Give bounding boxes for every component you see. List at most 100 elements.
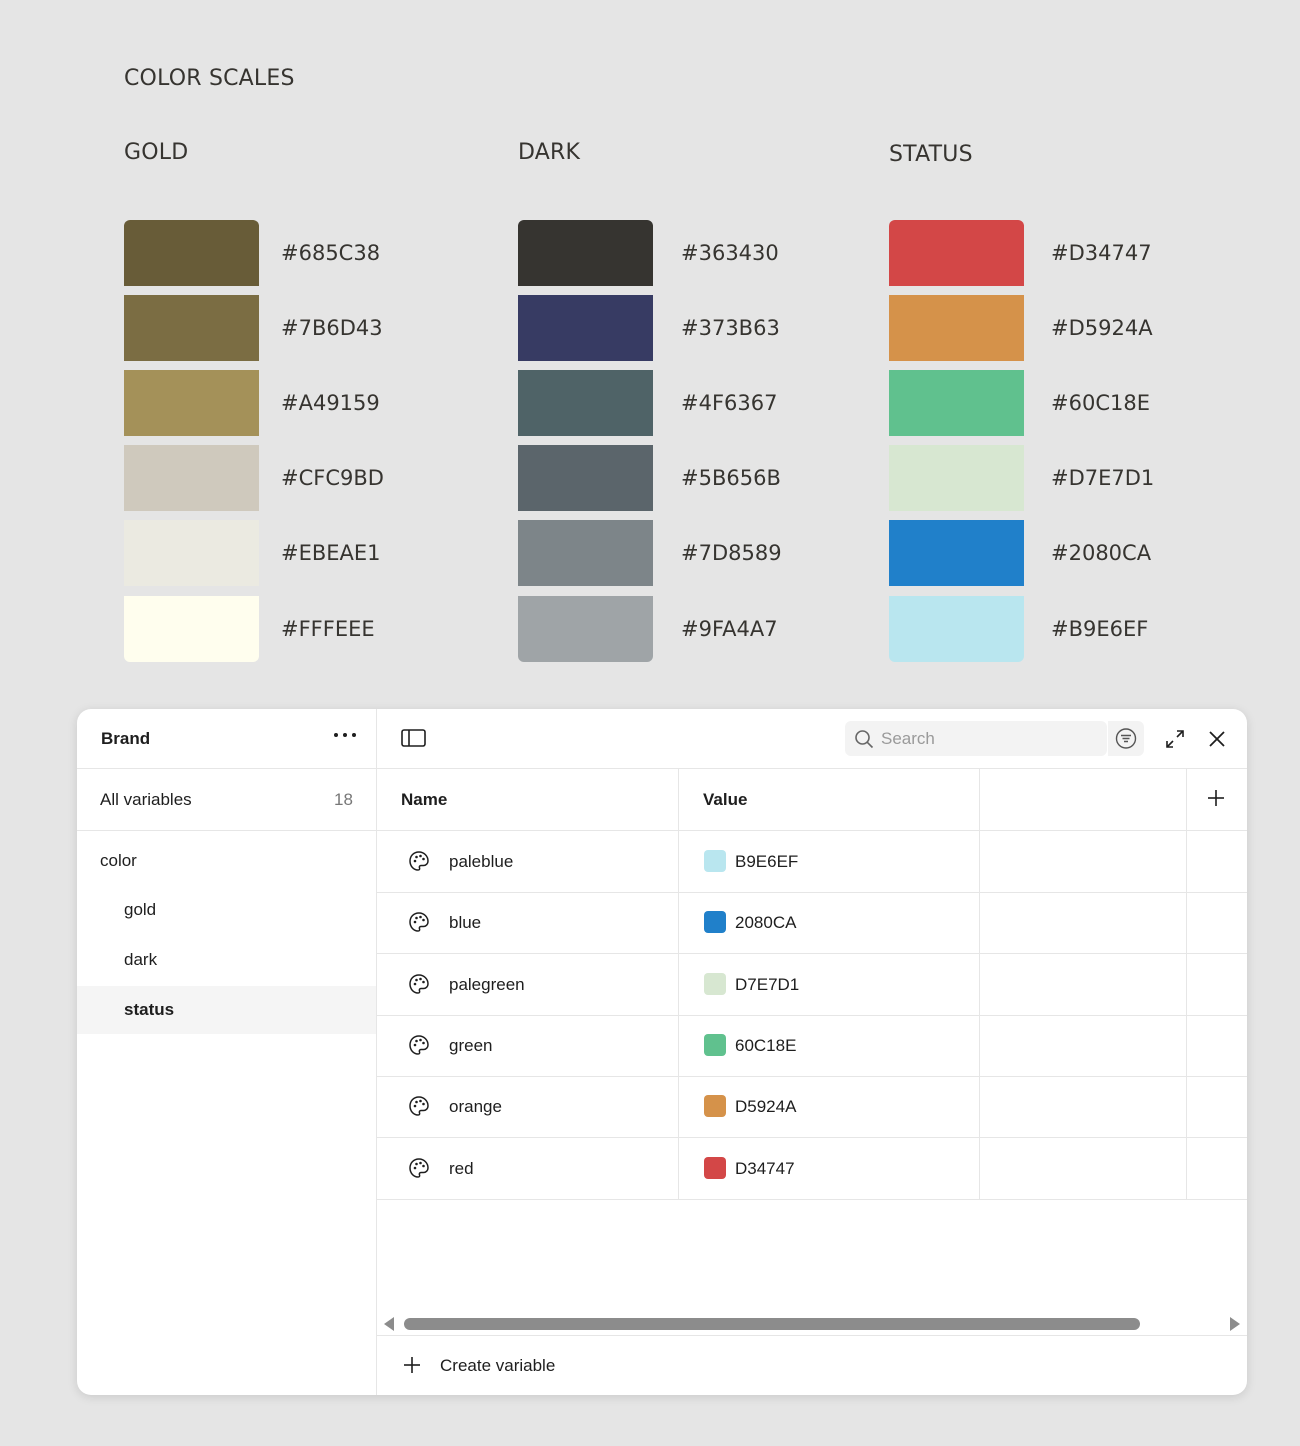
add-mode-button[interactable] — [1205, 787, 1227, 809]
plus-icon — [1208, 790, 1224, 806]
search-icon — [855, 730, 874, 749]
palette-icon — [408, 973, 430, 1000]
value-swatch — [704, 1095, 726, 1118]
search-box[interactable] — [845, 721, 1107, 756]
table-header: Name Value — [377, 769, 1247, 831]
color-swatch — [124, 220, 259, 286]
group-item-label: gold — [124, 900, 157, 919]
value-swatch — [704, 1033, 726, 1056]
variable-row[interactable]: palegreen D7E7D1 — [377, 954, 1247, 1016]
column-divider — [678, 769, 679, 1199]
variable-row[interactable]: orange D5924A — [377, 1076, 1247, 1139]
group-item-label: status — [124, 1000, 175, 1019]
hex-label: #D34747 — [1051, 241, 1152, 265]
scale-title-status: STATUS — [889, 142, 973, 167]
variable-row[interactable]: red D34747 — [377, 1138, 1247, 1200]
scroll-right-icon[interactable] — [1229, 1317, 1241, 1331]
value-swatch — [704, 911, 726, 934]
variable-name[interactable]: palegreen — [449, 975, 525, 995]
variables-main: Name Value paleblue B9E6EF blue 2080CA paleg… — [377, 709, 1247, 1395]
palette-icon — [408, 1034, 430, 1061]
color-swatch — [889, 520, 1024, 586]
value-swatch — [704, 1156, 726, 1179]
palette-icon — [408, 1095, 430, 1122]
group-item-label: dark — [124, 950, 158, 969]
hex-label: #7B6D43 — [281, 316, 383, 340]
sidebar-toggle-button[interactable] — [401, 729, 426, 747]
group-item-gold[interactable]: gold — [77, 886, 376, 934]
variable-row[interactable]: paleblue B9E6EF — [377, 831, 1247, 893]
variable-row[interactable]: blue 2080CA — [377, 892, 1247, 955]
color-swatch — [124, 596, 259, 662]
color-swatch — [124, 520, 259, 586]
expand-button[interactable] — [1163, 727, 1187, 751]
column-divider — [1186, 769, 1187, 1199]
expand-icon — [1166, 730, 1184, 748]
value-swatch — [704, 850, 726, 872]
palette-icon — [408, 850, 430, 877]
scrollbar-thumb[interactable] — [404, 1318, 1140, 1330]
hex-label: #A49159 — [281, 391, 380, 415]
group-color[interactable]: color — [100, 851, 137, 871]
group-item-dark[interactable]: dark — [77, 936, 376, 984]
value-swatch — [704, 972, 726, 995]
color-swatch — [124, 295, 259, 361]
group-item-status[interactable]: status — [77, 986, 376, 1034]
column-header-name: Name — [401, 790, 448, 809]
variable-value[interactable]: D7E7D1 — [735, 975, 799, 995]
variable-name[interactable]: red — [449, 1159, 474, 1179]
hex-label: #60C18E — [1051, 391, 1150, 415]
hex-label: #373B63 — [681, 316, 780, 340]
variables-panel: Brand All variables 18 color gold dark sta… — [77, 709, 1247, 1395]
sidebar-toggle-icon — [401, 729, 426, 747]
create-variable-label: Create variable — [440, 1356, 556, 1375]
color-swatch — [518, 520, 653, 586]
hex-label: #4F6367 — [681, 391, 778, 415]
sidebar-header: Brand — [77, 709, 376, 769]
scale-title-dark: DARK — [518, 140, 581, 165]
more-icon — [334, 733, 356, 737]
hex-label: #CFC9BD — [281, 466, 384, 490]
page-title: COLOR SCALES — [124, 66, 295, 91]
variable-name[interactable]: blue — [449, 913, 481, 933]
hex-label: #D7E7D1 — [1051, 466, 1155, 490]
filter-button[interactable] — [1108, 721, 1144, 756]
hex-label: #7D8589 — [681, 541, 782, 565]
variable-name[interactable]: orange — [449, 1097, 502, 1117]
all-variables-count: 18 — [334, 790, 353, 809]
color-swatch — [889, 370, 1024, 436]
create-variable-button[interactable]: Create variable — [377, 1335, 1247, 1395]
color-swatch — [518, 445, 653, 511]
hex-label: #685C38 — [281, 241, 381, 265]
variable-value[interactable]: 2080CA — [735, 913, 796, 933]
filter-icon — [1115, 728, 1137, 749]
collection-name[interactable]: Brand — [101, 729, 150, 749]
color-swatch — [889, 596, 1024, 662]
color-swatch — [518, 596, 653, 662]
plus-icon — [404, 1357, 420, 1373]
hex-label: #363430 — [681, 241, 779, 265]
scroll-left-icon[interactable] — [383, 1317, 395, 1331]
variable-row[interactable]: green 60C18E — [377, 1015, 1247, 1077]
all-variables-label: All variables — [100, 790, 192, 809]
hex-label: #5B656B — [681, 466, 781, 490]
variable-value[interactable]: D34747 — [735, 1159, 795, 1179]
variable-name[interactable]: paleblue — [449, 852, 513, 872]
hex-label: #B9E6EF — [1051, 617, 1149, 641]
color-swatch — [889, 220, 1024, 286]
search-input[interactable] — [879, 727, 1103, 751]
variable-value[interactable]: 60C18E — [735, 1036, 796, 1056]
color-swatch — [518, 220, 653, 286]
hex-label: #EBEAE1 — [281, 541, 381, 565]
horizontal-scrollbar[interactable] — [377, 1311, 1247, 1335]
color-swatch — [124, 370, 259, 436]
close-button[interactable] — [1205, 727, 1229, 751]
hex-label: #FFFEEE — [281, 617, 375, 641]
hex-label: #9FA4A7 — [681, 617, 778, 641]
column-divider — [979, 769, 980, 1199]
variable-name[interactable]: green — [449, 1036, 492, 1056]
all-variables-item[interactable]: All variables 18 — [77, 769, 376, 831]
variable-value[interactable]: B9E6EF — [735, 852, 798, 872]
more-options-button[interactable] — [332, 725, 358, 750]
variable-value[interactable]: D5924A — [735, 1097, 796, 1117]
